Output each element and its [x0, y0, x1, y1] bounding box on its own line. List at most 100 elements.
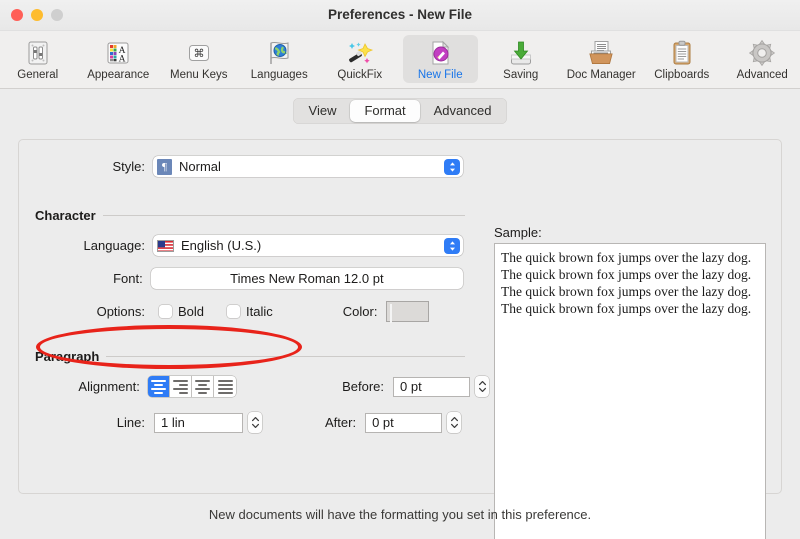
italic-checkbox-group[interactable]: Italic [227, 304, 273, 319]
align-left-button[interactable] [147, 376, 170, 397]
format-tabbar: View Format Advanced [0, 89, 800, 124]
preferences-toolbar: General A A Appearance ⌘ Menu Keys Langu… [0, 31, 800, 89]
clipboard-icon [666, 37, 698, 68]
style-label: Style: [112, 159, 145, 174]
style-value: Normal [179, 159, 221, 174]
align-justify-button[interactable] [214, 376, 236, 397]
font-row: Font: Times New Roman 12.0 pt [19, 268, 463, 289]
line-field[interactable]: 1 lin [154, 412, 243, 433]
color-well[interactable] [386, 301, 430, 323]
style-popup-button[interactable]: ¶ Normal [153, 156, 463, 177]
segmented-control: View Format Advanced [292, 98, 508, 124]
sample-line: The quick brown fox jumps over the lazy … [501, 301, 752, 316]
language-label: Language: [83, 238, 145, 253]
before-field[interactable]: 0 pt [393, 376, 470, 397]
style-stepper[interactable] [444, 158, 460, 175]
italic-checkbox[interactable] [227, 305, 241, 318]
language-stepper[interactable] [444, 237, 460, 254]
alignment-segmented-control [147, 376, 237, 397]
toolbar-item-label: Saving [503, 69, 539, 81]
language-popup-button[interactable]: English (U.S.) [153, 235, 463, 256]
toolbar-item-doc-manager[interactable]: Doc Manager [564, 35, 640, 83]
color-swatch [390, 304, 393, 323]
us-flag-icon [157, 239, 174, 252]
svg-text:⌘: ⌘ [193, 47, 204, 60]
color-label: Color: [342, 304, 378, 319]
magic-wand-icon [344, 37, 376, 68]
sample-line: The quick brown fox jumps over the lazy … [501, 250, 752, 265]
tab-format[interactable]: Format [350, 100, 420, 122]
sample-preview-box: The quick brown fox jumps over the lazy … [494, 243, 766, 539]
svg-text:A: A [119, 54, 126, 64]
toolbar-item-label: New File [417, 69, 463, 81]
toolbar-item-label: General [17, 69, 59, 81]
new-document-icon [424, 37, 456, 68]
download-drive-icon [505, 37, 537, 68]
tab-view[interactable]: View [295, 100, 351, 122]
align-center-button[interactable] [192, 376, 215, 397]
window-titlebar: Preferences - New File [0, 0, 800, 31]
sample-line: The quick brown fox jumps over the lazy … [501, 267, 752, 282]
before-group: Before: 0 pt [342, 376, 489, 397]
command-key-icon: ⌘ [183, 37, 215, 68]
toolbar-item-label: Advanced [736, 69, 788, 81]
font-button[interactable]: Times New Roman 12.0 pt [150, 268, 463, 289]
toolbar-item-label: Menu Keys [169, 69, 228, 81]
gear-icon [746, 37, 778, 68]
paragraph-section-title: Paragraph [35, 349, 100, 364]
tab-advanced[interactable]: Advanced [420, 100, 506, 122]
line-spacing-row: Line: 1 lin After: 0 pt [19, 412, 489, 433]
after-field[interactable]: 0 pt [365, 412, 443, 433]
align-right-button[interactable] [170, 376, 192, 397]
italic-label: Italic [246, 304, 273, 319]
before-stepper[interactable] [475, 376, 489, 397]
sample-label: Sample: [494, 225, 542, 240]
preferences-content: View Format Advanced Style: ¶ Normal Cha… [0, 89, 800, 539]
alignment-label: Alignment: [78, 379, 140, 394]
character-section-header: Character [35, 208, 465, 223]
toolbar-item-label: Clipboards [654, 69, 710, 81]
toolbar-item-saving[interactable]: Saving [483, 35, 559, 83]
section-divider [102, 215, 465, 216]
after-label: After: [325, 415, 357, 430]
globe-flag-icon [263, 37, 295, 68]
before-label: Before: [342, 379, 384, 394]
pilcrow-icon: ¶ [157, 158, 172, 175]
alignment-row: Alignment: Before: 0 pt [19, 376, 489, 397]
toolbar-item-menu-keys[interactable]: ⌘ Menu Keys [161, 35, 237, 83]
toolbar-item-new-file[interactable]: New File [402, 35, 478, 83]
font-label: Font: [113, 271, 143, 286]
after-group: After: 0 pt [325, 412, 462, 433]
preferences-window: Preferences - New File General A A Appea… [0, 0, 800, 539]
options-label: Options: [96, 304, 145, 319]
toolbar-item-label: QuickFix [337, 69, 383, 81]
section-divider [106, 356, 465, 357]
toolbar-item-quickfix[interactable]: QuickFix [322, 35, 398, 83]
toolbar-item-label: Appearance [87, 69, 150, 81]
window-title: Preferences - New File [327, 7, 473, 22]
style-row: Style: ¶ Normal [19, 156, 463, 177]
toolbar-item-label: Languages [250, 69, 308, 81]
toolbar-item-advanced[interactable]: Advanced [725, 35, 800, 83]
bold-label: Bold [178, 304, 205, 319]
footer-note: New documents will have the formatting y… [208, 507, 592, 522]
toolbar-item-appearance[interactable]: A A Appearance [81, 35, 157, 83]
document-tray-icon [585, 37, 617, 68]
line-label: Line: [116, 415, 145, 430]
after-stepper[interactable] [447, 412, 462, 433]
bold-checkbox-group[interactable]: Bold [159, 304, 204, 319]
sample-line: The quick brown fox jumps over the lazy … [501, 284, 752, 299]
language-row: Language: English (U.S.) [19, 235, 463, 256]
toolbar-item-label: Doc Manager [566, 69, 636, 81]
toolbar-item-languages[interactable]: Languages [242, 35, 318, 83]
options-row: Options: Bold Italic Color: [19, 301, 483, 323]
sliders-panel-icon [22, 37, 54, 68]
character-section-title: Character [35, 208, 96, 223]
line-stepper[interactable] [248, 412, 262, 433]
language-value: English (U.S.) [181, 238, 262, 253]
toolbar-item-clipboards[interactable]: Clipboards [644, 35, 720, 83]
paragraph-section-header: Paragraph [35, 349, 465, 364]
bold-checkbox[interactable] [159, 305, 172, 318]
color-group: Color: [342, 301, 430, 323]
toolbar-item-general[interactable]: General [0, 35, 76, 83]
